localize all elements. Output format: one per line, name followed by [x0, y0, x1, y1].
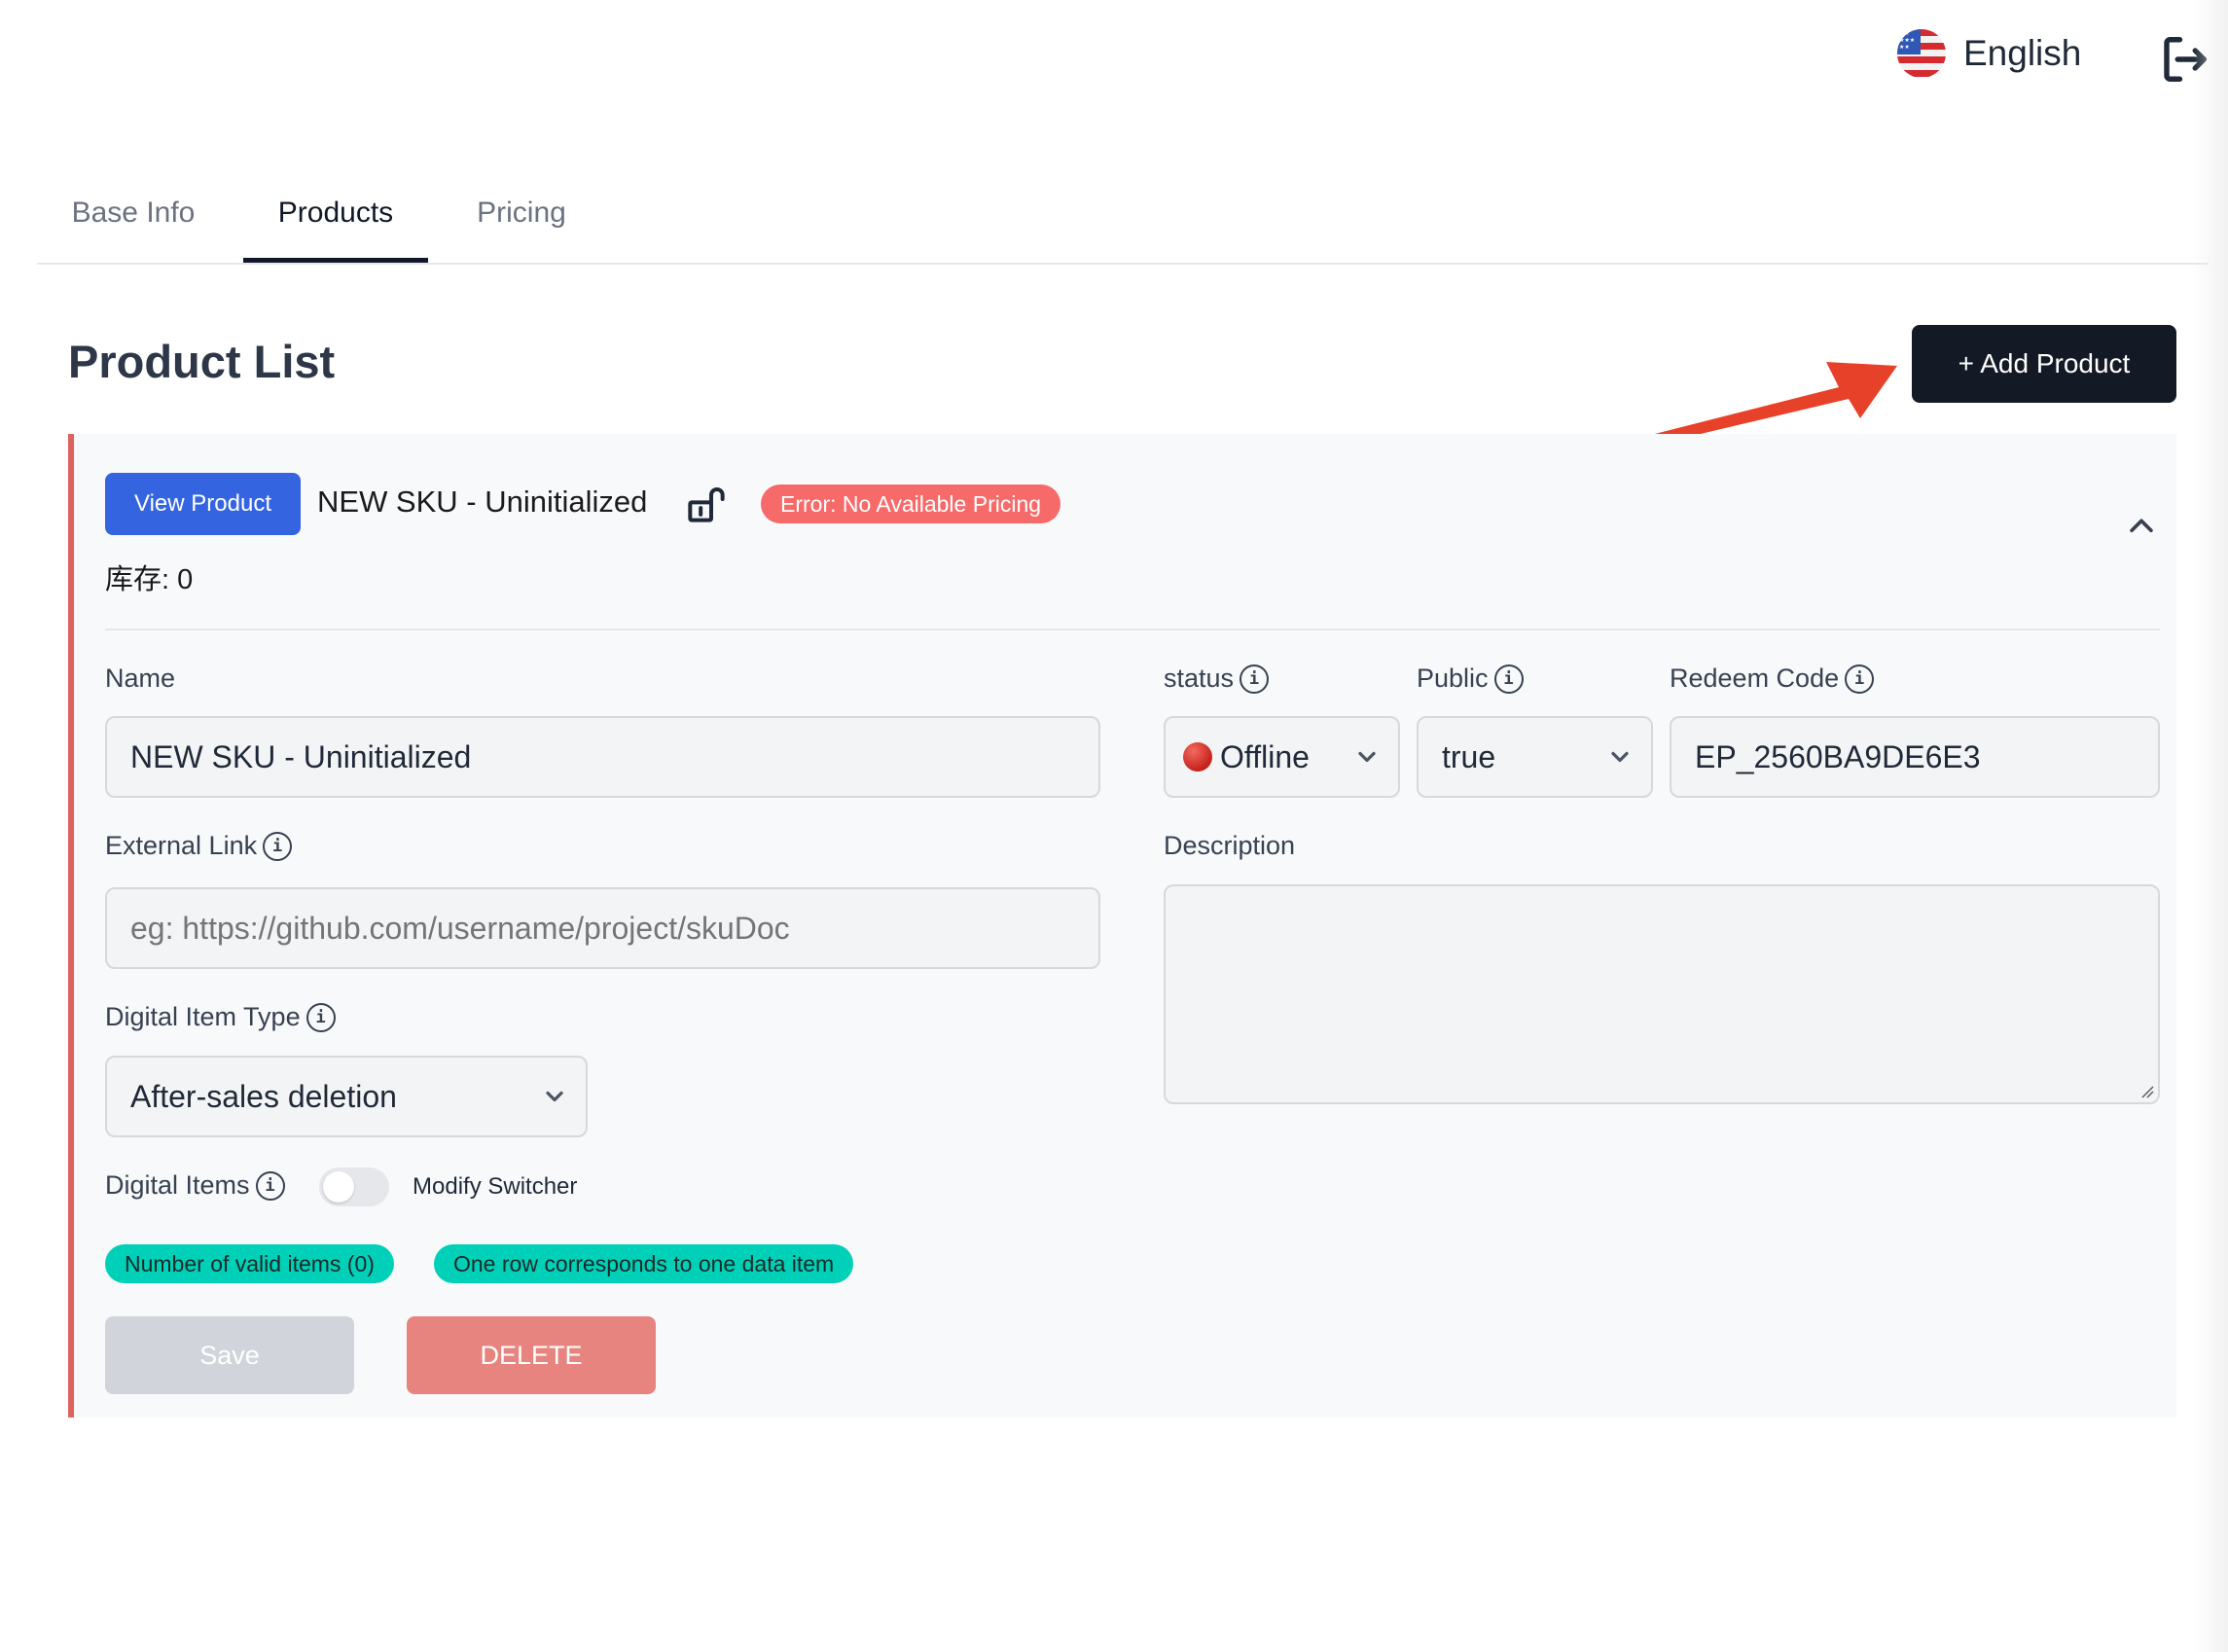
digital-item-type-label-text: Digital Item Type — [105, 1002, 301, 1031]
row-hint-badge: One row corresponds to one data item — [434, 1244, 854, 1283]
redeem-code-input[interactable] — [1670, 716, 2160, 798]
language-label: English — [1963, 33, 2082, 73]
status-label: status i — [1164, 664, 1270, 694]
red-status-dot-icon — [1183, 742, 1212, 772]
info-icon[interactable]: i — [305, 1002, 336, 1032]
info-icon[interactable]: i — [255, 1170, 285, 1201]
external-link-input[interactable] — [105, 887, 1100, 969]
save-button[interactable]: Save — [105, 1316, 354, 1394]
chevron-down-icon — [1358, 751, 1376, 763]
chevron-up-icon[interactable] — [2125, 510, 2158, 543]
scrollbar-track[interactable] — [2193, 0, 2228, 1652]
tab-bar: Base Info Products Pricing — [37, 165, 2209, 265]
unlocked-padlock-icon[interactable] — [687, 485, 726, 523]
us-flag-icon — [1897, 29, 1946, 78]
description-label: Description — [1164, 831, 1295, 861]
product-card: View Product NEW SKU - Uninitialized Err… — [68, 434, 2176, 1418]
status-select-value: Offline — [1220, 738, 1310, 774]
chevron-down-icon — [546, 1091, 563, 1102]
error-badge: Error: No Available Pricing — [761, 485, 1061, 523]
status-label-text: status — [1164, 664, 1235, 693]
redeem-code-label: Redeem Code i — [1670, 664, 1875, 694]
name-label: Name — [105, 664, 175, 694]
page-title: Product List — [68, 336, 336, 387]
external-link-label-text: External Link — [105, 831, 258, 860]
public-label-text: Public — [1417, 664, 1489, 693]
info-icon[interactable]: i — [1240, 664, 1270, 694]
valid-items-count-badge: Number of valid items (0) — [105, 1244, 394, 1283]
add-product-button[interactable]: + Add Product — [1912, 325, 2176, 403]
digital-item-type-label: Digital Item Type i — [105, 1002, 336, 1032]
modify-switcher-label: Modify Switcher — [413, 1173, 578, 1200]
resize-handle-icon[interactable] — [2140, 1085, 2154, 1098]
redeem-code-label-text: Redeem Code — [1670, 664, 1840, 693]
info-icon[interactable]: i — [1845, 664, 1875, 694]
info-icon[interactable]: i — [1493, 664, 1524, 694]
tab-products[interactable]: Products — [243, 165, 428, 263]
status-select[interactable]: Offline — [1164, 716, 1400, 798]
name-input[interactable] — [105, 716, 1100, 798]
stock-count: 库存: 0 — [105, 564, 194, 595]
name-label-text: Name — [105, 664, 176, 693]
public-label: Public i — [1417, 664, 1524, 694]
public-select-value: true — [1442, 738, 1496, 774]
language-selector[interactable]: English — [1897, 29, 2081, 78]
tab-base-info[interactable]: Base Info — [37, 165, 230, 261]
tab-pricing[interactable]: Pricing — [444, 165, 599, 261]
digital-item-type-select[interactable]: After-sales deletion — [105, 1056, 588, 1137]
public-select[interactable]: true — [1417, 716, 1653, 798]
digital-item-type-value: After-sales deletion — [130, 1078, 397, 1114]
chevron-down-icon — [1611, 751, 1629, 763]
info-icon[interactable]: i — [263, 831, 293, 861]
description-label-text: Description — [1164, 831, 1296, 860]
modify-switcher-toggle[interactable] — [319, 1167, 389, 1206]
toggle-knob — [323, 1171, 354, 1203]
digital-items-label: Digital Items i — [105, 1170, 285, 1201]
digital-items-label-text: Digital Items — [105, 1170, 250, 1200]
description-textarea[interactable] — [1164, 884, 2160, 1104]
delete-button[interactable]: DELETE — [407, 1316, 656, 1394]
divider — [105, 628, 2160, 630]
product-title: NEW SKU - Uninitialized — [317, 485, 648, 519]
view-product-button[interactable]: View Product — [105, 473, 301, 535]
external-link-label: External Link i — [105, 831, 293, 861]
